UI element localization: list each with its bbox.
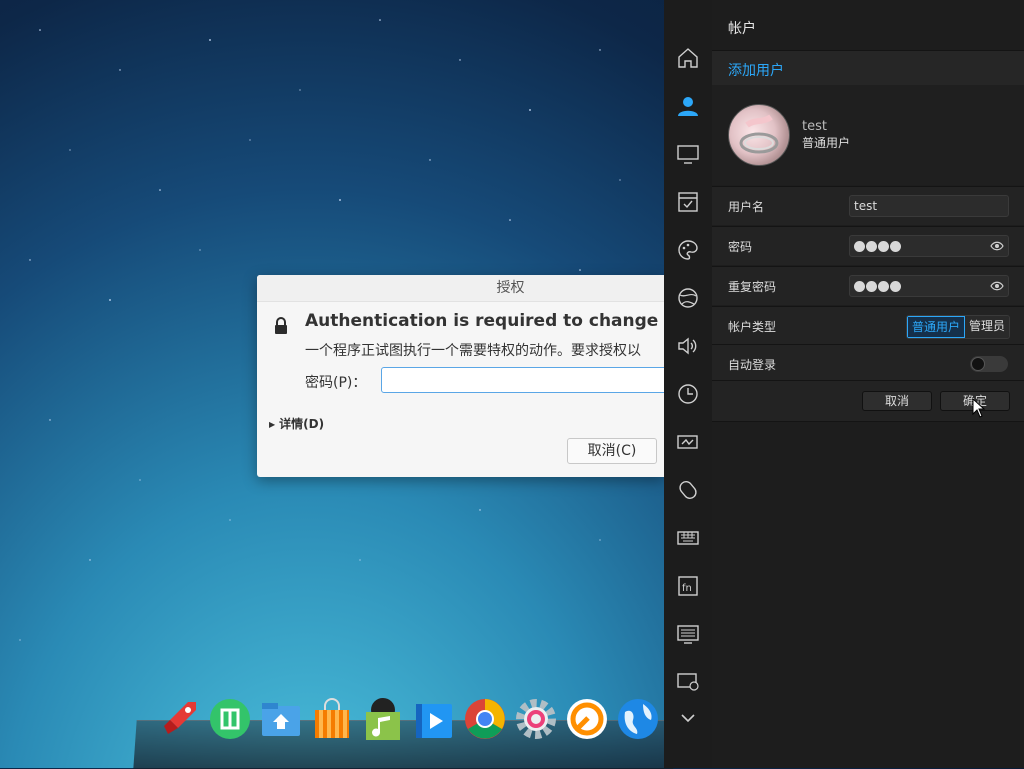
password-label: 密码 [728,240,753,254]
auto-login-row: 自动登录 [712,344,1024,383]
account-panel: 帐户 添加用户 test 普通用户 用户名 test 密码 重复密码 帐户类型 … [712,0,1024,768]
nav-time[interactable] [664,376,712,412]
default-apps-icon [678,192,698,212]
repeat-password-dots [854,281,901,292]
file-manager-icon[interactable] [260,698,302,740]
nav-sound[interactable] [664,328,712,364]
add-user-header: 添加用户 [712,50,1024,86]
expand-triangle-icon: ▶ [269,420,276,429]
update-icon [677,625,699,644]
details-label: 详情(D) [279,417,325,431]
password-input[interactable] [849,235,1009,257]
shortcuts-icon: fn [678,576,698,596]
deepin-icon[interactable] [566,698,608,740]
account-type-row: 帐户类型 普通用户 管理员 [712,306,1024,345]
username-row: 用户名 test [712,186,1024,225]
svg-text:fn: fn [682,583,692,594]
add-user-title: 添加用户 [728,63,784,79]
sound-icon [678,337,697,355]
nav-personalization[interactable] [664,232,712,268]
nav-update[interactable] [664,616,712,652]
settings-icon[interactable] [515,698,557,740]
account-icon [678,97,698,116]
mouse-icon [679,481,697,499]
launcher-icon[interactable] [158,698,200,740]
account-type-label: 帐户类型 [728,320,777,334]
display-icon [677,145,699,164]
nav-mouse[interactable] [664,472,712,508]
nav-display[interactable] [664,136,712,172]
power-icon [677,435,698,449]
repeat-password-input[interactable] [849,275,1009,297]
system-info-icon [677,673,699,691]
more-icon [681,714,695,723]
home-icon [678,48,698,68]
account-type-selector: 普通用户 管理员 [906,315,1011,339]
nav-default-apps[interactable] [664,184,712,220]
mouse-cursor-icon [972,398,986,418]
password-dots [854,241,901,252]
avatar[interactable] [728,104,790,166]
avatar-image [739,114,779,154]
toggle-knob [971,357,985,371]
deepin-store-icon[interactable] [209,698,251,740]
account-type-standard[interactable]: 普通用户 [907,316,966,338]
settings-nav-rail: fn [664,0,713,768]
nav-shortcuts[interactable]: fn [664,568,712,604]
video-icon[interactable] [413,698,455,740]
browser-icon[interactable] [617,698,659,740]
auth-dialog: 授权 Authentication is required to change … [257,275,664,477]
password-label: 密码(P)： [305,375,367,391]
personalization-icon [678,240,698,260]
music-icon[interactable] [362,698,404,740]
nav-system-info[interactable] [664,664,712,700]
nav-network[interactable] [664,280,712,316]
eye-icon[interactable] [990,280,1004,292]
nav-home[interactable] [664,40,712,76]
auth-dialog-title: 授权 [496,280,525,296]
auth-description: 一个程序正试图执行一个需要特权的动作。要求授权以 [305,343,641,359]
nav-more[interactable] [664,700,712,736]
panel-title: 帐户 [728,21,756,37]
details-toggle[interactable]: ▶ 详情(D) [269,415,324,432]
nav-power[interactable] [664,424,712,460]
auth-password-input[interactable] [381,367,664,393]
nav-keyboard[interactable] [664,520,712,556]
dock-apps [158,698,659,748]
repeat-password-row: 重复密码 [712,266,1024,305]
account-type-admin[interactable]: 管理员 [965,316,1010,338]
cancel-button[interactable]: 取消 [862,391,932,411]
user-name: test [802,119,827,134]
username-input[interactable]: test [849,195,1009,217]
repeat-password-label: 重复密码 [728,280,777,294]
password-row: 密码 [712,226,1024,265]
username-label: 用户名 [728,200,765,214]
auto-login-label: 自动登录 [728,358,777,372]
keyboard-icon [677,531,699,545]
auth-dialog-titlebar: 授权 [257,275,664,302]
app-store-icon[interactable] [311,698,353,740]
network-icon [678,288,698,308]
user-type: 普通用户 [802,136,851,150]
nav-account[interactable] [664,88,712,124]
time-icon [678,384,698,404]
auth-heading: Authentication is required to change use… [305,311,664,331]
auth-cancel-button[interactable]: 取消(C) [567,438,657,464]
eye-icon[interactable] [990,240,1004,252]
user-card: test 普通用户 [712,85,1024,185]
chrome-icon[interactable] [464,698,506,740]
auto-login-toggle[interactable] [970,356,1008,372]
lock-icon [275,317,287,334]
